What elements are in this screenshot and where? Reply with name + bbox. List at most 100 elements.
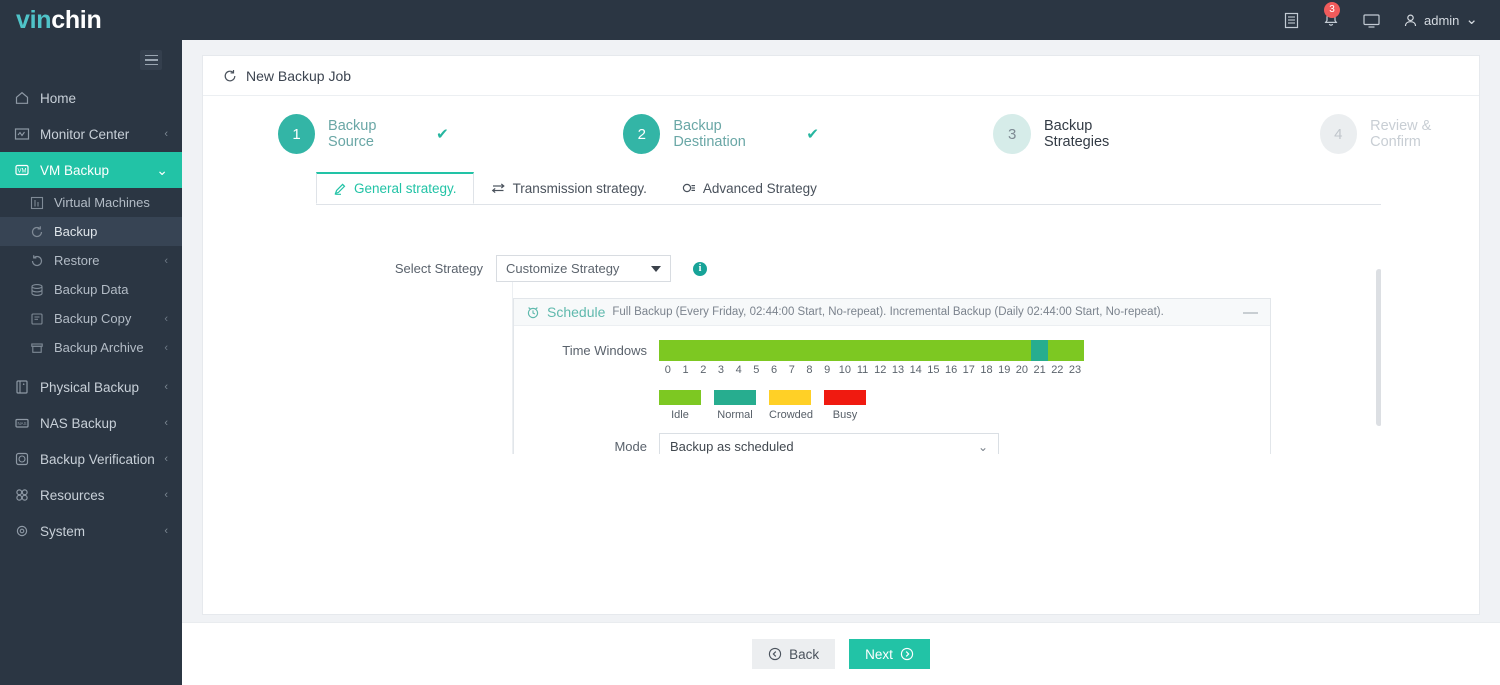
time-window-hour-16[interactable] xyxy=(942,340,960,361)
hour-tick: 5 xyxy=(748,364,766,376)
tab-general-strategy[interactable]: General strategy. xyxy=(316,172,474,204)
gear-icon xyxy=(14,523,40,539)
select-strategy-label: Select Strategy xyxy=(316,261,496,276)
monitor-chart-icon xyxy=(14,126,40,142)
bell-icon[interactable]: 3 xyxy=(1322,11,1340,29)
check-icon: ✔ xyxy=(806,125,819,143)
mode-label: Mode xyxy=(514,439,659,454)
sidebar-item-label: VM Backup xyxy=(40,163,109,178)
legend-item: Idle xyxy=(659,390,701,421)
time-window-hour-23[interactable] xyxy=(1066,340,1084,361)
time-window-hour-17[interactable] xyxy=(960,340,978,361)
user-menu[interactable]: admin ⌄ xyxy=(1403,13,1478,28)
svg-text:NAS: NAS xyxy=(17,421,26,426)
document-icon[interactable] xyxy=(1283,12,1300,29)
minimize-icon[interactable]: — xyxy=(1243,304,1258,321)
time-window-hour-4[interactable] xyxy=(730,340,748,361)
grid-icon xyxy=(30,196,54,210)
hour-tick: 18 xyxy=(978,364,996,376)
sidebar-item-restore[interactable]: Restore ‹ xyxy=(0,246,182,275)
sidebar-item-vm-backup[interactable]: VM VM Backup ⌄ xyxy=(0,152,182,188)
step-review-confirm[interactable]: 4 Review & Confirm xyxy=(1320,114,1479,154)
time-window-hour-1[interactable] xyxy=(677,340,695,361)
time-window-hour-0[interactable] xyxy=(659,340,677,361)
hour-tick: 20 xyxy=(1013,364,1031,376)
time-window-hour-3[interactable] xyxy=(712,340,730,361)
shield-check-icon xyxy=(14,451,40,467)
monitor-icon[interactable] xyxy=(1362,12,1381,29)
schedule-panel-header: Schedule Full Backup (Every Friday, 02:4… xyxy=(514,299,1270,326)
time-window-hour-12[interactable] xyxy=(871,340,889,361)
hour-tick: 19 xyxy=(995,364,1013,376)
sidebar: Home Monitor Center ‹ VM VM Backup ⌄ Vir… xyxy=(0,40,182,685)
chevron-left-icon: ‹ xyxy=(164,453,168,465)
sidebar-item-home[interactable]: Home xyxy=(0,80,182,116)
time-windows-bar[interactable] xyxy=(659,340,1084,361)
time-window-hour-14[interactable] xyxy=(907,340,925,361)
time-window-hour-10[interactable] xyxy=(836,340,854,361)
hour-tick: 17 xyxy=(960,364,978,376)
sidebar-item-backup-copy[interactable]: Backup Copy ‹ xyxy=(0,304,182,333)
hamburger-icon[interactable] xyxy=(140,50,162,70)
time-window-hour-8[interactable] xyxy=(801,340,819,361)
sidebar-item-backup-archive[interactable]: Backup Archive ‹ xyxy=(0,333,182,362)
vertical-scrollbar[interactable] xyxy=(1376,269,1381,426)
hour-tick: 8 xyxy=(801,364,819,376)
sidebar-item-virtual-machines[interactable]: Virtual Machines xyxy=(0,188,182,217)
time-window-hour-2[interactable] xyxy=(694,340,712,361)
sidebar-item-monitor-center[interactable]: Monitor Center ‹ xyxy=(0,116,182,152)
back-button[interactable]: Back xyxy=(752,639,835,669)
time-window-hour-15[interactable] xyxy=(925,340,943,361)
legend-item: Busy xyxy=(824,390,866,421)
form-right-column: Select Strategy Customize Strategy i xyxy=(513,255,1271,454)
sidebar-item-backup-verification[interactable]: Backup Verification ‹ xyxy=(0,441,182,477)
hour-tick: 9 xyxy=(818,364,836,376)
legend-item: Crowded xyxy=(769,390,811,421)
sidebar-item-backup[interactable]: Backup xyxy=(0,217,182,246)
time-window-hour-13[interactable] xyxy=(889,340,907,361)
check-icon: ✔ xyxy=(436,125,449,143)
sidebar-item-resources[interactable]: Resources ‹ xyxy=(0,477,182,513)
time-window-hour-20[interactable] xyxy=(1013,340,1031,361)
legend-label: Idle xyxy=(659,409,701,421)
app-logo: vinchin xyxy=(0,6,182,35)
sidebar-subitem-label: Backup Copy xyxy=(54,311,131,326)
time-window-hour-7[interactable] xyxy=(783,340,801,361)
next-button[interactable]: Next xyxy=(849,639,930,669)
legend-swatch xyxy=(714,390,756,405)
step-number: 2 xyxy=(623,114,660,154)
step-number: 3 xyxy=(993,114,1031,154)
sidebar-item-system[interactable]: System ‹ xyxy=(0,513,182,549)
sidebar-subitem-label: Virtual Machines xyxy=(54,195,150,210)
time-window-hour-21[interactable] xyxy=(1031,340,1049,361)
time-window-hour-6[interactable] xyxy=(765,340,783,361)
time-window-hour-9[interactable] xyxy=(818,340,836,361)
time-window-hour-22[interactable] xyxy=(1048,340,1066,361)
sidebar-item-label: Monitor Center xyxy=(40,127,129,142)
sidebar-item-nas-backup[interactable]: NAS NAS Backup ‹ xyxy=(0,405,182,441)
step-backup-strategies[interactable]: 3 Backup Strategies xyxy=(993,114,1154,154)
hour-tick: 22 xyxy=(1048,364,1066,376)
vm-icon: VM xyxy=(14,162,40,178)
time-window-hour-19[interactable] xyxy=(995,340,1013,361)
info-icon[interactable]: i xyxy=(693,262,707,276)
hour-tick: 16 xyxy=(942,364,960,376)
step-label: Review & Confirm xyxy=(1370,118,1479,150)
admin-label: admin xyxy=(1424,13,1459,28)
time-window-hour-5[interactable] xyxy=(748,340,766,361)
select-strategy-dropdown[interactable]: Customize Strategy xyxy=(496,255,671,282)
sidebar-item-physical-backup[interactable]: Physical Backup ‹ xyxy=(0,369,182,405)
time-window-hour-11[interactable] xyxy=(854,340,872,361)
step-backup-source[interactable]: 1 Backup Source ✔ xyxy=(278,114,449,154)
step-backup-destination[interactable]: 2 Backup Destination ✔ xyxy=(623,114,819,154)
sidebar-toggle-row xyxy=(0,40,182,80)
tab-transmission-strategy[interactable]: Transmission strategy. xyxy=(474,172,664,204)
sidebar-item-backup-data[interactable]: Backup Data xyxy=(0,275,182,304)
tab-advanced-strategy[interactable]: Advanced Strategy xyxy=(664,172,834,204)
logo-part-2: chin xyxy=(51,6,101,34)
schedule-panel-description: Full Backup (Every Friday, 02:44:00 Star… xyxy=(612,306,1163,318)
mode-dropdown[interactable]: Backup as scheduled ⌄ xyxy=(659,433,999,454)
pencil-icon xyxy=(333,182,347,196)
next-button-label: Next xyxy=(865,647,893,662)
time-window-hour-18[interactable] xyxy=(978,340,996,361)
